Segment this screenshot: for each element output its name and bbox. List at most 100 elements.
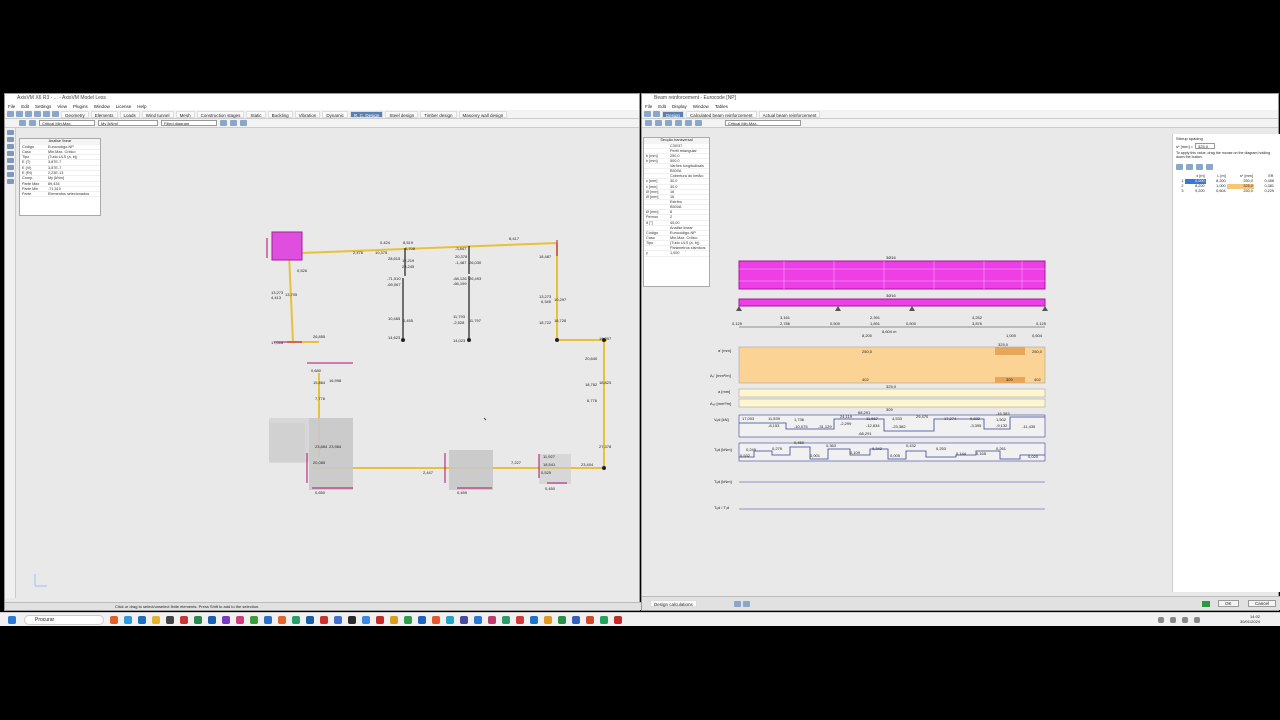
component-combo[interactable]: My [kNm] [98, 120, 158, 126]
undo-icon[interactable] [43, 111, 50, 117]
app-icon[interactable] [292, 616, 300, 624]
app-icon[interactable] [348, 616, 356, 624]
menu-display[interactable]: Display [672, 103, 687, 110]
app-icon[interactable] [376, 616, 384, 624]
print-icon[interactable] [34, 111, 41, 117]
app-icon[interactable] [614, 616, 622, 624]
spacing-input[interactable]: 325,0 [1195, 143, 1216, 149]
model-viewport[interactable]: 13,273 4,413 13,705 17,016 26,855 15,864… [17, 128, 640, 598]
beam-diagram[interactable]: 3Ø16 3Ø16 0,125 3,161 2,786 0,500 2,391 … [710, 137, 1172, 587]
tab-rc-design[interactable]: R. C. Design [349, 110, 384, 118]
rotate-icon[interactable] [7, 151, 14, 156]
tools-icon[interactable] [743, 601, 750, 607]
tab-construction-stages[interactable]: Construction stages [196, 110, 245, 118]
settings-icon[interactable] [695, 120, 702, 126]
app-icon[interactable] [404, 616, 412, 624]
app-icon[interactable] [544, 616, 552, 624]
app-icon[interactable] [194, 616, 202, 624]
menu-plugins[interactable]: Plugins [73, 103, 88, 110]
app-icon[interactable] [530, 616, 538, 624]
redo-icon[interactable] [52, 111, 59, 117]
menu-edit[interactable]: Edit [658, 103, 666, 110]
copy-icon[interactable] [653, 111, 660, 117]
app-icon[interactable] [264, 616, 272, 624]
app-icon[interactable] [110, 616, 118, 624]
section-icon[interactable] [655, 120, 662, 126]
scale-icon[interactable] [230, 120, 237, 126]
view-icon[interactable] [240, 120, 247, 126]
tab-masonry-wall-design[interactable]: Masonry wall design [458, 110, 508, 118]
pan-icon[interactable] [7, 144, 14, 149]
app-icon[interactable] [166, 616, 174, 624]
app-icon[interactable] [138, 616, 146, 624]
menu-window[interactable]: Window [94, 103, 110, 110]
tab-timber-design[interactable]: Timber design [420, 110, 457, 118]
table-icon[interactable] [645, 120, 652, 126]
battery-icon[interactable] [1194, 617, 1200, 623]
tab-design-calculations[interactable]: Design calculations [650, 600, 697, 607]
rebar-icon[interactable] [665, 120, 672, 126]
app-icon[interactable] [362, 616, 370, 624]
insert-row-icon[interactable] [1186, 163, 1193, 170]
app-icon[interactable] [446, 616, 454, 624]
app-icon[interactable] [502, 616, 510, 624]
new-file-icon[interactable] [7, 111, 14, 117]
tab-design[interactable]: Design [662, 110, 685, 118]
app-icon[interactable] [586, 616, 594, 624]
tab-dynamic[interactable]: Dynamic [322, 110, 348, 118]
app-icon[interactable] [516, 616, 524, 624]
app-icon[interactable] [488, 616, 496, 624]
diagram-icon[interactable] [685, 120, 692, 126]
menu-help[interactable]: Help [137, 103, 146, 110]
app-icon[interactable] [124, 616, 132, 624]
table-row[interactable]: 3 9,200 0,604 250,0 0,229 [1177, 189, 1275, 194]
app-icon[interactable] [432, 616, 440, 624]
app-icon[interactable] [320, 616, 328, 624]
app-icon[interactable] [558, 616, 566, 624]
animate-icon[interactable] [220, 120, 227, 126]
stirrup-icon[interactable] [675, 120, 682, 126]
layer-icon[interactable] [7, 179, 14, 184]
app-icon[interactable] [474, 616, 482, 624]
display-mode-combo[interactable]: Filled diagram [161, 120, 217, 126]
ok-button[interactable]: OK [1218, 600, 1239, 607]
delete-row-icon[interactable] [1196, 163, 1203, 170]
app-icon[interactable] [390, 616, 398, 624]
app-icon[interactable] [460, 616, 468, 624]
results-icon[interactable] [19, 120, 26, 126]
search-box[interactable]: Procurar [24, 615, 104, 625]
app-icon[interactable] [572, 616, 580, 624]
menu-view[interactable]: View [57, 103, 67, 110]
grid-icon[interactable] [7, 172, 14, 177]
save-icon[interactable] [25, 111, 32, 117]
app-icon[interactable] [278, 616, 286, 624]
tab-elements[interactable]: Elements [90, 110, 118, 118]
tab-wind-tunnel[interactable]: Wind tunnel [141, 110, 174, 118]
menu-license[interactable]: License [116, 103, 132, 110]
tab-static[interactable]: Static [246, 110, 266, 118]
wifi-icon[interactable] [1170, 617, 1176, 623]
app-icon[interactable] [180, 616, 188, 624]
clock[interactable]: 14:02 30/01/2024 [1240, 614, 1260, 624]
app-icon[interactable] [306, 616, 314, 624]
tab-loads[interactable]: Loads [119, 110, 140, 118]
volume-icon[interactable] [1182, 617, 1188, 623]
select-icon[interactable] [7, 130, 14, 135]
tab-calculated-reinforcement[interactable]: Calculated beam reinforcement [686, 110, 757, 118]
beam-load-case-combo[interactable]: Critical Min,Max. [725, 120, 801, 126]
dimension-icon[interactable] [7, 165, 14, 170]
table-icon[interactable] [29, 120, 36, 126]
menu-file[interactable]: File [645, 103, 652, 110]
tab-actual-reinforcement[interactable]: Actual beam reinforcement [758, 110, 821, 118]
print-icon[interactable] [644, 111, 651, 117]
tab-vibration[interactable]: Vibration [294, 110, 321, 118]
app-icon[interactable] [418, 616, 426, 624]
open-file-icon[interactable] [16, 111, 23, 117]
tray-icon[interactable] [1158, 617, 1164, 623]
tab-buckling[interactable]: Buckling [267, 110, 293, 118]
app-icon[interactable] [236, 616, 244, 624]
zoom-icon[interactable] [7, 137, 14, 142]
tab-steel-design[interactable]: Steel design [385, 110, 419, 118]
menu-window[interactable]: Window [693, 103, 709, 110]
app-icon[interactable] [250, 616, 258, 624]
